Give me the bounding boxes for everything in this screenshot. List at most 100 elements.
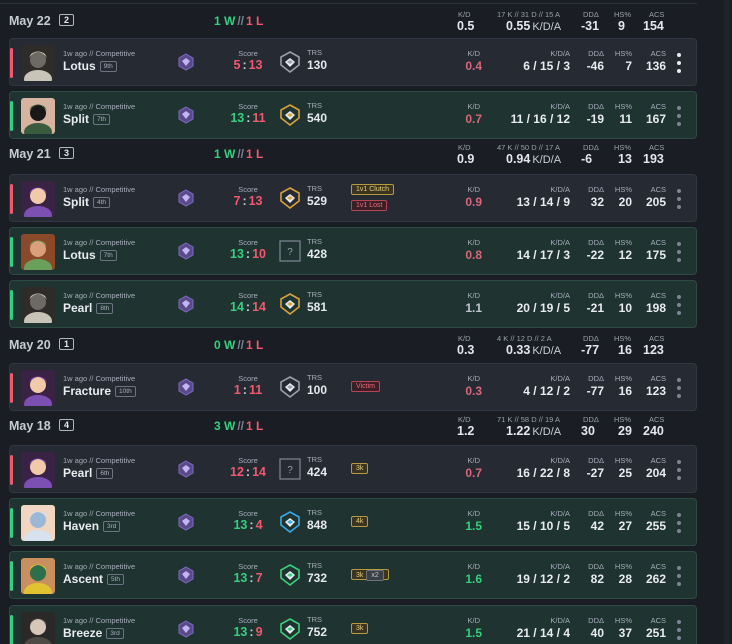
cypher-agent-icon <box>21 45 55 81</box>
match-score: 1:11 <box>215 383 281 397</box>
team-score: 12 <box>230 465 244 479</box>
more-options-icon[interactable] <box>673 189 685 209</box>
match-dd: 40 <box>590 626 604 640</box>
match-kd: 0.3 <box>465 384 482 398</box>
day-date: May 18 <box>9 419 51 433</box>
map-name: Pearl 6th <box>63 466 114 480</box>
win-loss-record: 1 W//1 L <box>214 14 263 28</box>
dd-caption: DDΔ <box>583 415 599 424</box>
hs-caption: HS% <box>614 334 632 343</box>
day-dd: -31 <box>581 19 600 33</box>
kda-ratio-value: 1.22 <box>506 424 531 438</box>
dd-caption: DDΔ <box>583 334 599 343</box>
match-kd: 0.4 <box>465 59 482 73</box>
match-dd: -21 <box>586 301 604 315</box>
kd-caption: K/D <box>458 10 471 19</box>
match-acs: 205 <box>645 195 666 209</box>
match-card[interactable]: 1w ago // Competitive Lotus 9th Score 5:13 TR… <box>9 38 697 86</box>
enemy-score: 14 <box>252 300 266 314</box>
score-caption: Score <box>238 238 258 247</box>
day-match-count: 2 <box>59 14 74 26</box>
hs-caption: HS% <box>614 291 632 300</box>
trs-score: 581 <box>307 300 328 314</box>
kda-caption: K/D/A <box>550 456 570 465</box>
kd-caption: K/D <box>467 49 480 58</box>
match-score: 7:13 <box>215 194 281 208</box>
more-options-icon[interactable] <box>673 53 685 73</box>
day-summary: May 20 1 0 W//1 L K/D 0.3 4 K // 12 D // 2 A0… <box>0 331 697 361</box>
score-caption: Score <box>238 374 258 383</box>
placement-badge: 6th <box>96 468 114 479</box>
match-card[interactable]: 1w ago // Competitive Fracture 10th Score 1:… <box>9 363 697 411</box>
match-card[interactable]: 1w ago // Competitive Pearl 6th Score 12:14?… <box>9 445 697 493</box>
trs-score: 130 <box>307 58 328 72</box>
match-dd: -22 <box>586 248 604 262</box>
more-options-icon[interactable] <box>673 460 685 480</box>
match-time-mode: 1w ago // Competitive <box>63 185 136 194</box>
more-options-icon[interactable] <box>673 566 685 586</box>
win-loss-record: 0 W//1 L <box>214 338 263 352</box>
more-options-icon[interactable] <box>673 106 685 126</box>
more-options-icon[interactable] <box>673 378 685 398</box>
match-hs: 7 <box>625 59 632 73</box>
placement-badge: 3rd <box>103 521 121 532</box>
match-card[interactable]: 1w ago // Competitive Lotus 7th Score 13:10?… <box>9 227 697 275</box>
match-hs: 20 <box>618 195 632 209</box>
hs-caption: HS% <box>614 143 632 152</box>
day-acs: 240 <box>643 424 664 438</box>
kda-caption: K/D/A <box>550 102 570 111</box>
kd-caption: K/D <box>467 509 480 518</box>
viper-agent-icon <box>21 98 55 134</box>
more-options-icon[interactable] <box>673 620 685 640</box>
highlight-tag: 1v1 Lost <box>351 200 388 211</box>
team-score: 13 <box>233 571 248 585</box>
more-options-icon[interactable] <box>673 295 685 315</box>
highlight-text: 3k <box>356 572 364 579</box>
enemy-score: 13 <box>248 194 263 208</box>
trs-score: 428 <box>307 247 328 261</box>
more-options-icon[interactable] <box>673 242 685 262</box>
score-separator: : <box>245 465 251 479</box>
day-kda-ratio: 1.22 K/D/A <box>506 424 561 438</box>
match-card[interactable]: 1w ago // Competitive Split 4th Score 7:13 TR… <box>9 174 697 222</box>
score-separator: : <box>249 571 254 585</box>
hs-caption: HS% <box>614 49 632 58</box>
acs-caption: ACS <box>649 415 665 424</box>
match-card[interactable]: 1w ago // Competitive Split 7th Score 13:11 T… <box>9 91 697 139</box>
losses-count: 1 L <box>246 419 264 433</box>
trs-caption: TRS <box>307 184 322 193</box>
rank-blue-icon <box>279 511 301 534</box>
rank-medal-icon <box>177 460 195 478</box>
result-indicator <box>10 561 13 591</box>
match-acs: 123 <box>645 384 666 398</box>
match-card[interactable]: 1w ago // Competitive Ascent 5th Score 13:7 T… <box>9 551 697 599</box>
result-indicator <box>10 184 13 214</box>
match-dd: -46 <box>586 59 604 73</box>
match-card[interactable]: 1w ago // Competitive Breeze 3rd Score 13:9 T… <box>9 605 697 644</box>
more-options-icon[interactable] <box>673 513 685 533</box>
day-kda-ratio: 0.55 K/D/A <box>506 19 561 33</box>
day-match-count: 4 <box>59 419 74 431</box>
match-kda: 14 / 17 / 3 <box>516 248 570 262</box>
highlight-text: 3k <box>356 625 364 632</box>
hs-caption: HS% <box>614 10 632 19</box>
kda-breakdown: 17 K // 31 D // 15 A <box>497 10 560 19</box>
result-indicator <box>10 48 13 78</box>
score-separator: : <box>242 383 247 397</box>
match-kd: 1.5 <box>465 519 482 533</box>
kda-caption: K/D/A <box>550 49 570 58</box>
rank-grey-icon <box>279 376 301 399</box>
map-label: Pearl <box>63 466 93 480</box>
scrollbar[interactable] <box>724 0 730 644</box>
map-name: Haven 3rd <box>63 519 121 533</box>
kda-ratio-value: 0.33 <box>506 343 531 357</box>
enemy-score: 13 <box>248 58 263 72</box>
match-card[interactable]: 1w ago // Competitive Haven 3rd Score 13:4 TR… <box>9 498 697 546</box>
match-dd: 32 <box>590 195 604 209</box>
trs-caption: TRS <box>307 455 322 464</box>
score-separator: : <box>246 111 251 125</box>
day-hs: 16 <box>618 343 632 357</box>
match-time-mode: 1w ago // Competitive <box>63 616 136 625</box>
hs-caption: HS% <box>614 415 632 424</box>
match-card[interactable]: 1w ago // Competitive Pearl 8th Score 14:14 T… <box>9 280 697 328</box>
